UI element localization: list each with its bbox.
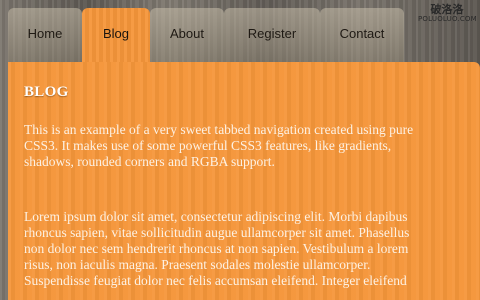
tab-blog[interactable]: Blog (82, 8, 150, 62)
intro-paragraph: This is an example of a very sweet tabbe… (24, 122, 470, 170)
intro-line: shadows, rounded corners and RGBA suppor… (24, 154, 275, 169)
lorem-line: risus, non iaculis magna. Praesent sodal… (24, 257, 371, 272)
tab-contact[interactable]: Contact (320, 8, 404, 62)
lorem-line: Suspendisse feugiat dolor nec felis accu… (24, 273, 407, 288)
lorem-line: non dolor nec sem hendrerit rhoncus at n… (24, 241, 409, 256)
site-watermark: 破洛洛 POLUOLUO.COM (418, 3, 477, 23)
intro-line: CSS3. It makes use of some powerful CSS3… (24, 138, 392, 153)
blog-content-panel: BLOG This is an example of a very sweet … (8, 62, 480, 300)
watermark-site: POLUOLUO.COM (418, 15, 477, 23)
lorem-line: rhoncus sapien, vitae sollicitudin augue… (24, 225, 410, 240)
tab-about[interactable]: About (150, 8, 224, 62)
page-title: BLOG (24, 84, 69, 100)
watermark-logo: 破洛洛 (430, 3, 464, 16)
tab-navigation: Home Blog About Register Contact (8, 8, 480, 62)
lorem-line: Lorem ipsum dolor sit amet, consectetur … (24, 209, 408, 224)
intro-line: This is an example of a very sweet tabbe… (24, 122, 414, 137)
tab-home[interactable]: Home (8, 8, 82, 62)
tab-register[interactable]: Register (224, 8, 320, 62)
lorem-paragraph: Lorem ipsum dolor sit amet, consectetur … (24, 209, 470, 289)
